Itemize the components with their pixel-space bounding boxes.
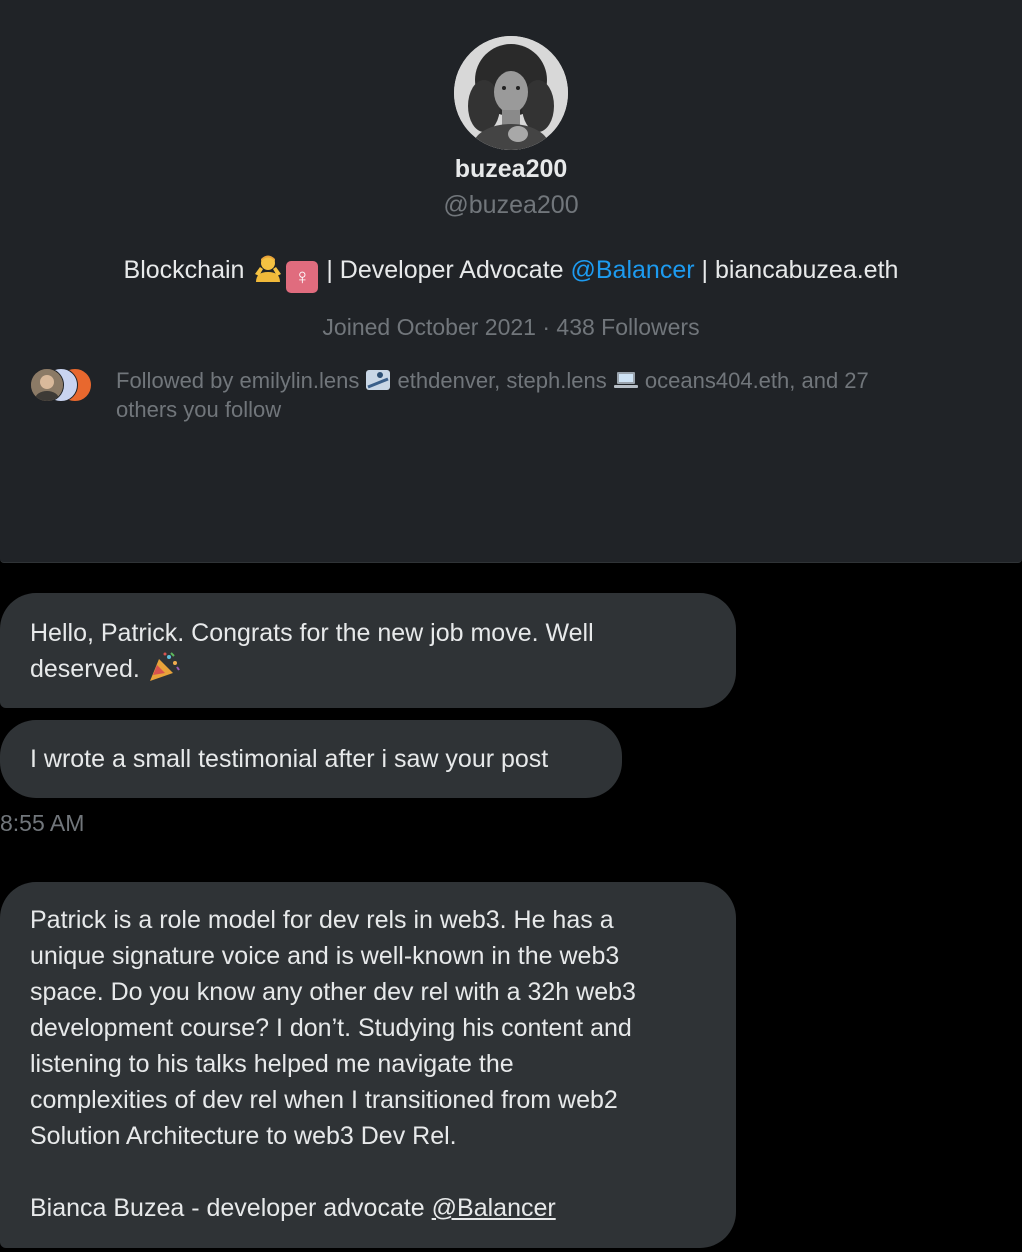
profile-bio: Blockchain ♀ | Developer Advocate @Balan… [0, 252, 1022, 293]
followed-by-part: others you follow [116, 397, 282, 422]
signature-mention-link[interactable]: @Balancer [432, 1194, 556, 1222]
bio-middle: | Developer Advocate [319, 256, 571, 284]
profile-card: buzea200 @buzea200 Blockchain ♀ | Develo… [0, 0, 1022, 563]
message-signature: Bianca Buzea - developer advocate @Balan… [30, 1190, 706, 1226]
message-text: deserved. [30, 655, 147, 683]
female-sign-icon: ♀ [286, 261, 319, 293]
follower-avatar [30, 368, 64, 402]
message-line: Hello, Patrick. Congrats for the new job… [30, 619, 594, 647]
message-line: development course? I don’t. Studying hi… [30, 1014, 632, 1042]
avatar-photo-icon [454, 36, 568, 150]
signature-text: Bianca Buzea - developer advocate [30, 1194, 432, 1222]
message-line: I wrote a small testimonial after i saw … [30, 745, 549, 773]
message-spacer [30, 1154, 706, 1190]
bio-suffix: | biancabuzea.eth [694, 256, 899, 284]
message-line: Solution Architecture to web3 Dev Rel. [30, 1122, 457, 1150]
testimonial-message-bubble[interactable]: Patrick is a role model for dev rels in … [0, 882, 736, 1248]
message-bubble[interactable]: I wrote a small testimonial after i saw … [0, 720, 622, 798]
profile-avatar[interactable] [454, 36, 568, 150]
bio-mention-link[interactable]: @Balancer [571, 256, 695, 284]
profile-handle: @buzea200 [443, 191, 579, 219]
message-line: complexities of dev rel when I transitio… [30, 1086, 618, 1114]
followed-by-part: ethdenver, steph.lens [391, 368, 613, 393]
followed-by-part: oceans404.eth, and 27 [638, 368, 869, 393]
bio-prefix: Blockchain [123, 256, 245, 284]
message-line: deserved. [30, 651, 706, 687]
followed-by-part: Followed by emilylin.lens [116, 368, 366, 393]
message-line: Patrick is a role model for dev rels in … [30, 906, 614, 934]
snowboarder-icon [365, 369, 391, 391]
followed-by-text[interactable]: Followed by emilylin.lens ethdenver, ste… [116, 366, 976, 424]
party-popper-icon [147, 651, 181, 683]
message-line: space. Do you know any other dev rel wit… [30, 978, 636, 1006]
laptop-icon [613, 369, 639, 391]
person-gesturing-icon [252, 252, 284, 284]
message-timestamp: 8:55 AM [0, 810, 85, 836]
profile-joined-followers: Joined October 2021 · 438 Followers [322, 314, 700, 340]
profile-display-name: buzea200 [454, 155, 568, 183]
message-line: listening to his talks helped me navigat… [30, 1050, 514, 1078]
followed-by-avatars[interactable] [30, 368, 96, 402]
message-bubble[interactable]: Hello, Patrick. Congrats for the new job… [0, 593, 736, 708]
message-line: unique signature voice and is well-known… [30, 942, 620, 970]
